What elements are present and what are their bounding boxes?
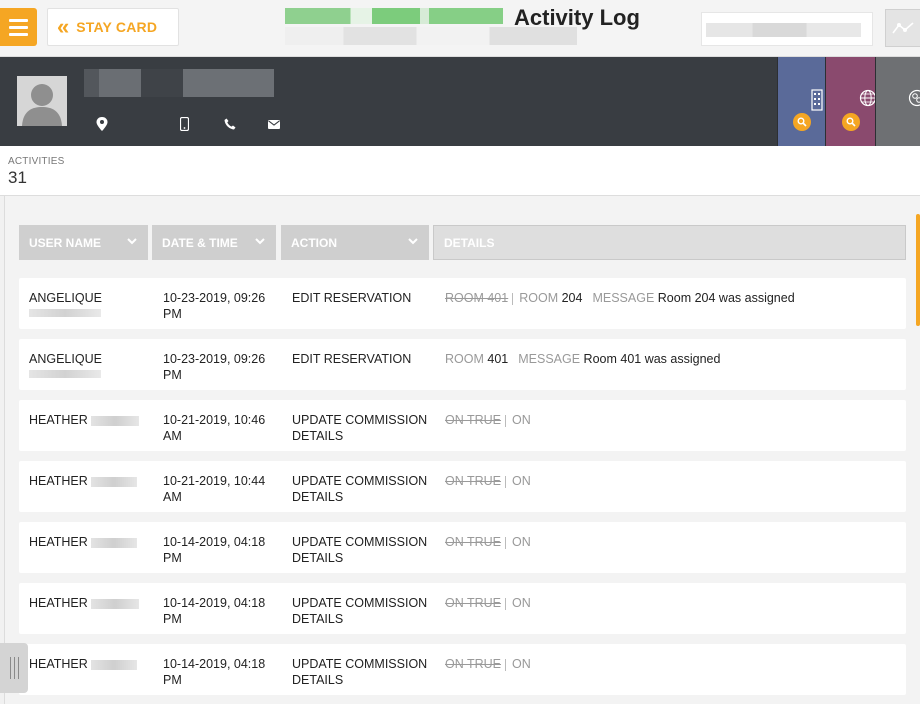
cell-action: UPDATE COMMISSION DETAILS [292,657,428,687]
double-chevron-left-icon: « [57,14,69,39]
activities-count: 31 [8,168,27,187]
activities-summary: ACTIVITIES 31 [0,146,920,196]
side-drawer-handle[interactable] [0,643,28,693]
group-icon [908,89,920,107]
table-row[interactable]: HEATHER 10-14-2019, 04:18 PM UPDATE COMMI… [19,583,906,634]
cell-date-time: 10-23-2019, 09:26 PM [163,291,266,321]
mobile-phone-icon[interactable] [177,117,191,131]
scrollbar-thumb[interactable] [916,214,920,326]
cell-date-time: 10-23-2019, 09:26 PM [163,352,266,382]
cell-date-time: 10-21-2019, 10:46 AM [163,413,266,443]
search-icon[interactable] [793,113,811,131]
column-header-date-time[interactable]: DATE & TIME [152,225,276,260]
cell-date-time: 10-14-2019, 04:18 PM [163,535,266,565]
chevron-down-icon [408,238,418,245]
menu-button[interactable] [0,8,37,46]
cell-details: ON TRUE ON [445,474,531,488]
table-row[interactable]: ANGELIQUE 10-23-2019, 09:26 PM EDIT RESER… [19,339,906,390]
phone-icon[interactable] [223,117,237,131]
stay-card-label: STAY CARD [76,19,158,35]
search-icon[interactable] [842,113,860,131]
blurred-header-field [701,12,873,46]
top-header: « STAY CARD Activity Log [0,0,920,57]
blurred-surname [29,309,101,317]
cell-details: ROOM 401 MESSAGE Room 401 was assigned [445,352,721,366]
mail-icon[interactable] [267,117,281,131]
blurred-surname [91,537,138,548]
page-title: Activity Log [514,5,640,30]
cell-action: UPDATE COMMISSION DETAILS [292,535,428,565]
blurred-hotel-name [285,8,503,24]
blurred-surname [91,598,140,609]
table-row[interactable]: HEATHER 10-14-2019, 04:18 PM UPDATE COMMI… [19,522,906,573]
cell-details: ROOM 401 ROOM 204 MESSAGE Room 204 was ass… [445,291,795,305]
graph-icon [892,22,914,34]
cell-user-name: ANGELIQUE [29,351,149,378]
cell-details: ON TRUE ON [445,657,531,671]
stay-card-back-button[interactable]: « STAY CARD [47,8,179,46]
cell-date-time: 10-14-2019, 04:18 PM [163,657,266,687]
location-pin-icon[interactable] [95,117,109,131]
avatar[interactable] [17,76,67,126]
table-row[interactable]: HEATHER 10-21-2019, 10:46 AM UPDATE COMMI… [19,400,906,451]
cell-action: EDIT RESERVATION [292,291,412,305]
cell-user-name: HEATHER [29,656,149,672]
hamburger-icon [9,18,28,22]
cell-action: UPDATE COMMISSION DETAILS [292,474,428,504]
blurred-surname [29,370,101,378]
cell-details: ON TRUE ON [445,413,531,427]
company-card-tab[interactable] [777,57,825,146]
chevron-down-icon [255,238,265,245]
chevron-down-icon [127,238,137,245]
cell-action: UPDATE COMMISSION DETAILS [292,596,428,626]
graph-button[interactable] [885,9,920,47]
travel-agent-tab[interactable] [825,57,877,146]
cell-details: ON TRUE ON [445,535,531,549]
group-tab[interactable] [875,57,920,146]
cell-date-time: 10-14-2019, 04:18 PM [163,596,266,626]
cell-date-time: 10-21-2019, 10:44 AM [163,474,266,504]
table-row[interactable]: ANGELIQUE 10-23-2019, 09:26 PM EDIT RESER… [19,278,906,329]
column-header-details: DETAILS [433,225,906,260]
cell-action: UPDATE COMMISSION DETAILS [292,413,428,443]
cell-action: EDIT RESERVATION [292,352,412,366]
building-icon [811,89,823,111]
cell-user-name: HEATHER [29,473,149,489]
blurred-guest-name [84,69,274,97]
blurred-surname [91,476,138,487]
activity-log-table: USER NAME DATE & TIME ACTION DETAILS ANG… [4,196,920,704]
table-row[interactable]: HEATHER 10-21-2019, 10:44 AM UPDATE COMMI… [19,461,906,512]
guest-bar [0,57,920,146]
cell-user-name: HEATHER [29,412,149,428]
column-header-action[interactable]: ACTION [281,225,429,260]
table-row[interactable]: HEATHER 10-14-2019, 04:18 PM UPDATE COMMI… [19,644,906,695]
column-header-user-name[interactable]: USER NAME [19,225,148,260]
blurred-surname [91,659,138,670]
cell-details: ON TRUE ON [445,596,531,610]
cell-user-name: HEATHER [29,595,149,611]
cell-user-name: HEATHER [29,534,149,550]
cell-user-name: ANGELIQUE [29,290,149,317]
activities-label: ACTIVITIES [8,156,65,167]
user-silhouette-icon [17,76,67,126]
blurred-surname [91,415,140,426]
